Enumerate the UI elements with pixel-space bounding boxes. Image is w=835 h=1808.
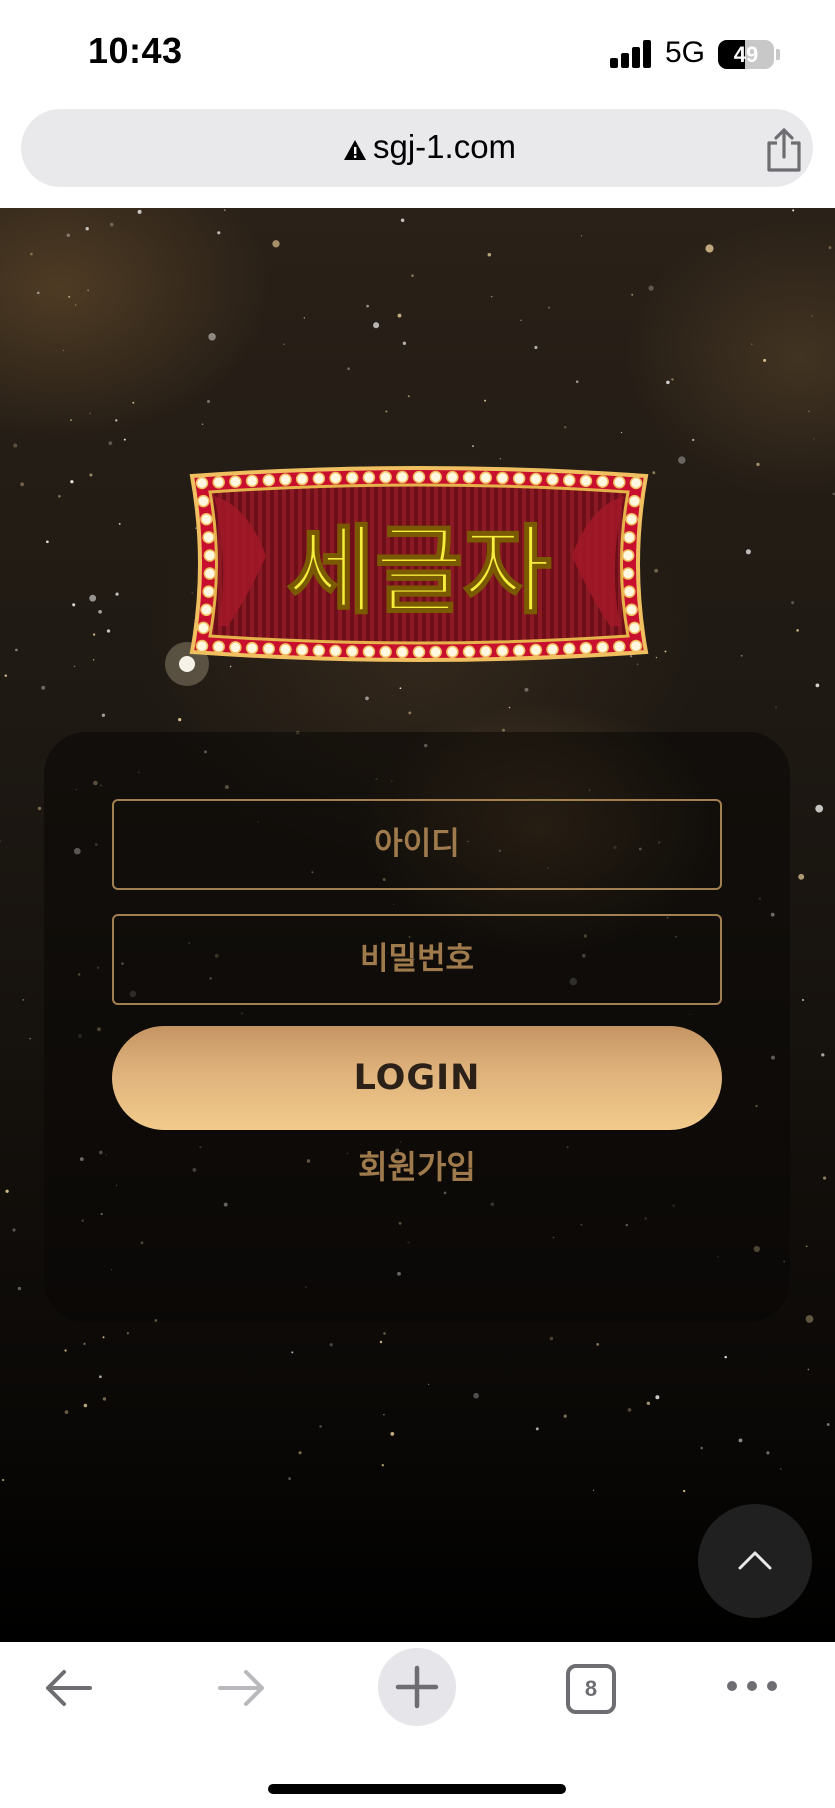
password-field[interactable]: 비밀번호 [112,914,722,1005]
battery-icon: 49 [718,40,774,69]
url-text[interactable]: sgj-1.com [373,128,516,166]
more-icon[interactable] [724,1676,780,1696]
browser-address-area: sgj-1.com [0,105,835,208]
chevron-up-icon [738,1551,772,1570]
page-content: 세글자 아이디 비밀번호 LOGIN 회원가입 [0,208,835,1642]
arrow-left-icon[interactable] [40,1664,96,1712]
plus-icon [395,1665,439,1709]
home-indicator [268,1784,566,1794]
share-icon[interactable] [763,127,805,173]
scroll-top-button[interactable] [698,1504,812,1618]
status-bar: 10:43 5G 49 [0,0,835,105]
login-button[interactable]: LOGIN [112,1026,722,1130]
network-label: 5G [665,36,706,69]
id-field[interactable]: 아이디 [112,799,722,890]
battery-percent: 49 [733,42,759,67]
browser-toolbar: 8 [0,1642,835,1808]
site-logo: 세글자 [189,466,649,662]
warning-triangle-icon [344,140,366,160]
password-placeholder: 비밀번호 [359,941,475,977]
tabs-button[interactable]: 8 [566,1664,616,1714]
battery-cap [776,49,780,60]
status-time: 10:43 [88,30,183,71]
address-bar[interactable]: sgj-1.com [21,109,813,187]
signup-link[interactable]: 회원가입 [44,1142,790,1188]
id-placeholder: 아이디 [374,826,460,862]
arrow-right-icon[interactable] [214,1664,270,1712]
new-tab-button[interactable] [378,1648,456,1726]
logo-text: 세글자 [287,515,552,627]
login-panel: 아이디 비밀번호 LOGIN 회원가입 [44,732,790,1322]
signal-icon [610,40,654,68]
